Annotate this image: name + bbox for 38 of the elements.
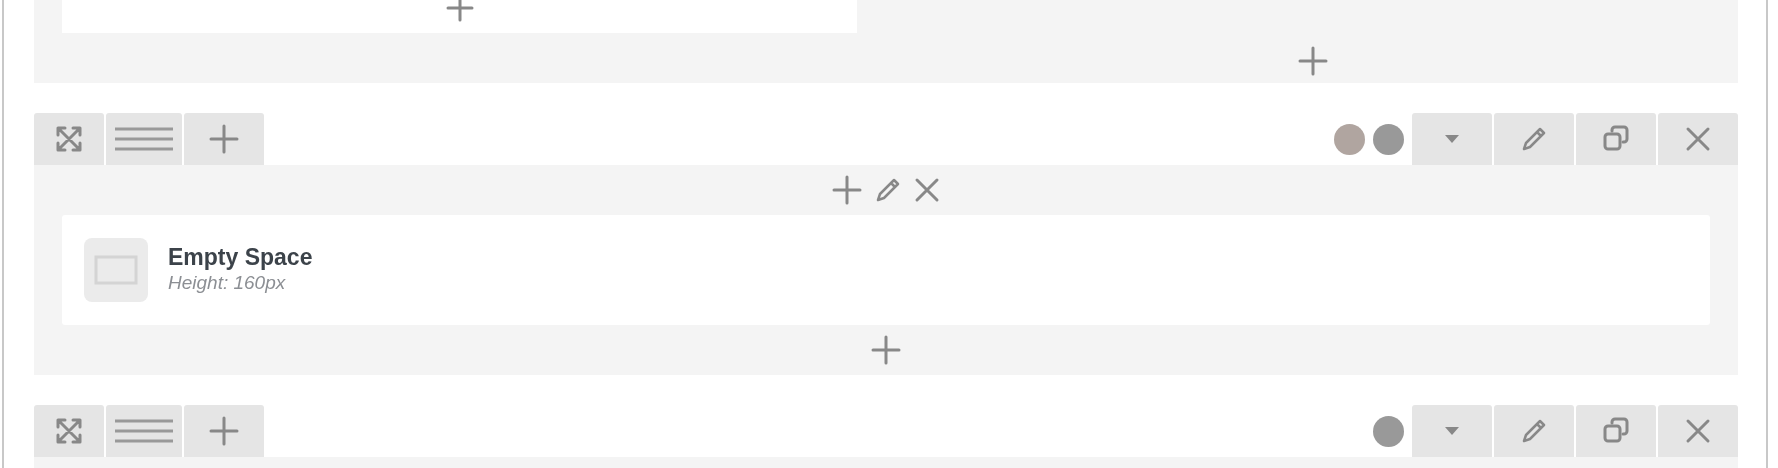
move-icon [55, 417, 83, 445]
move-button[interactable] [34, 113, 104, 165]
add-button[interactable] [184, 405, 264, 457]
toggle-button[interactable] [1412, 113, 1492, 165]
move-button[interactable] [34, 405, 104, 457]
pencil-icon [1520, 125, 1548, 153]
element-title: Empty Space [168, 243, 313, 272]
element-card[interactable]: Empty Space Height: 160px [62, 215, 1710, 325]
clone-button[interactable] [1576, 113, 1656, 165]
add-icon[interactable] [871, 335, 901, 365]
caret-icon [1444, 426, 1460, 436]
add-icon [209, 124, 239, 154]
add-icon [209, 416, 239, 446]
space-icon [84, 238, 148, 302]
close-icon [1685, 418, 1711, 444]
add-icon[interactable] [832, 175, 862, 205]
layout-button[interactable] [106, 405, 182, 457]
edit-button[interactable] [1494, 405, 1574, 457]
add-icon[interactable] [1298, 46, 1328, 76]
lines-icon [113, 126, 175, 152]
close-icon [1685, 126, 1711, 152]
layout-button[interactable] [106, 113, 182, 165]
pencil-icon [1520, 417, 1548, 445]
delete-button[interactable] [1658, 405, 1738, 457]
copy-icon [1602, 125, 1630, 153]
delete-button[interactable] [1658, 113, 1738, 165]
edit-button[interactable] [1494, 113, 1574, 165]
add-button[interactable] [184, 113, 264, 165]
element-subtitle: Height: 160px [168, 271, 287, 296]
copy-icon [1602, 417, 1630, 445]
caret-icon [1444, 134, 1460, 144]
toggle-button[interactable] [1412, 405, 1492, 457]
lines-icon [113, 418, 175, 444]
add-icon[interactable] [444, 0, 475, 22]
clone-button[interactable] [1576, 405, 1656, 457]
close-icon[interactable] [914, 177, 940, 203]
edit-icon[interactable] [874, 176, 902, 204]
move-icon [55, 125, 83, 153]
